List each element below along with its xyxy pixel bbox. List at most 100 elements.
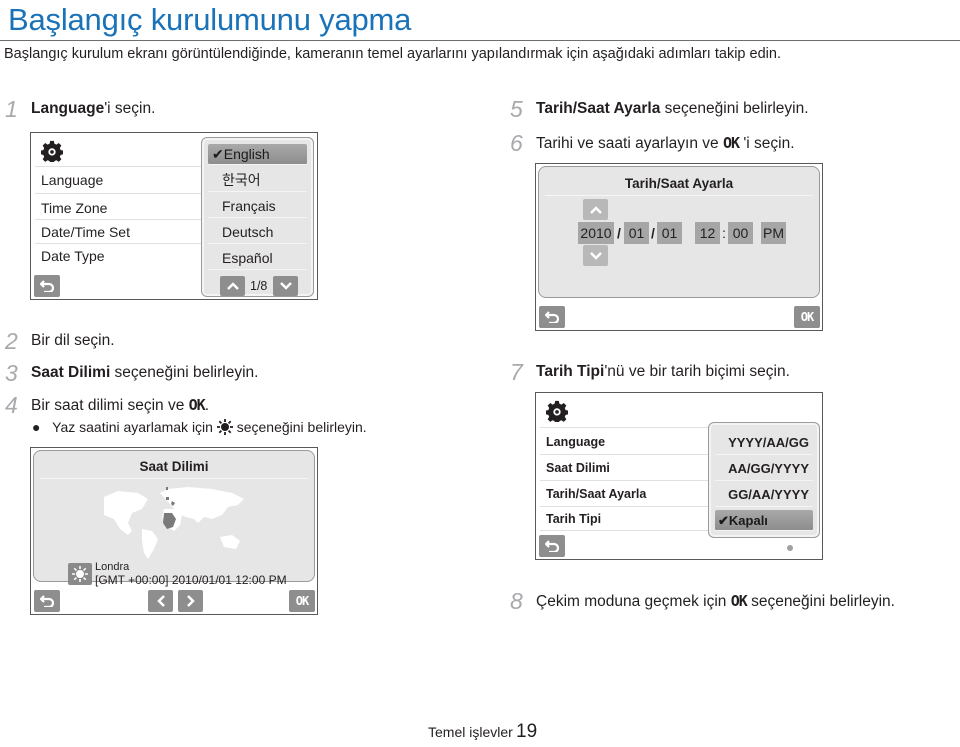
date-separator: / [617, 225, 621, 241]
step-6: 6 Tarihi ve saati ayarlayın ve OK 'i seç… [510, 130, 795, 156]
ok-button-glyph: OK [188, 396, 206, 414]
ampm-field[interactable]: PM [761, 222, 786, 244]
step-keyword: Language [31, 100, 105, 117]
back-arrow-icon [545, 311, 559, 323]
settings-gear-icon [546, 400, 568, 422]
timezone-panel: Saat Dilimi Londra [GMT +00:00] 2010/01/… [33, 450, 315, 587]
language-popup: ✔English 한국어 Français Deutsch Español 1/… [201, 137, 314, 297]
back-button[interactable] [34, 590, 60, 612]
language-option-english[interactable]: ✔English [208, 144, 307, 165]
language-option-korean[interactable]: 한국어 [208, 168, 307, 192]
page-title: Başlangıç kurulumunu yapma [8, 2, 412, 37]
step-number: 2 [5, 328, 18, 354]
menu-item-date-time-set[interactable]: Date/Time Set [35, 220, 203, 244]
menu-item-time-zone[interactable]: Saat Dilimi [540, 455, 708, 481]
increment-button[interactable] [583, 199, 608, 220]
date-type-popup: YYYY/AA/GG AA/GG/YYYY GG/AA/YYYY ✔Kapalı [708, 422, 820, 538]
back-button[interactable] [539, 535, 565, 557]
ok-button-glyph: OK [730, 592, 748, 610]
date-type-option-mdy[interactable]: AA/GG/YYYY [715, 457, 813, 481]
world-map[interactable] [94, 483, 254, 563]
step-text: 'i seçin. [104, 100, 156, 117]
menu-item-date-time-set[interactable]: Tarih/Saat Ayarla [540, 481, 708, 507]
settings-gear-icon [41, 140, 63, 162]
back-button[interactable] [34, 275, 60, 297]
language-option-spanish[interactable]: Español [208, 246, 307, 270]
step-number: 8 [510, 588, 523, 614]
step-text: seçeneğini belirleyin. [110, 364, 259, 381]
intro-text: Başlangıç kurulum ekranı görüntülendiğin… [4, 46, 781, 62]
month-field[interactable]: 01 [624, 222, 649, 244]
language-option-german[interactable]: Deutsch [208, 220, 307, 244]
date-separator: / [651, 225, 655, 241]
step-4: 4 Bir saat dilimi seçin ve OK. [5, 392, 210, 418]
chevron-down-icon [279, 282, 292, 290]
step-text: seçeneğini belirleyin. [660, 100, 809, 117]
decrement-button[interactable] [583, 245, 608, 266]
daylight-saving-sun-icon [72, 566, 88, 582]
step-3: 3 Saat Dilimi seçeneğini belirleyin. [5, 360, 259, 386]
next-zone-button[interactable] [178, 590, 203, 612]
back-button[interactable] [539, 306, 565, 328]
daylight-saving-button[interactable] [68, 563, 92, 585]
chevron-down-icon [589, 251, 602, 260]
step-2: 2 Bir dil seçin. [5, 328, 115, 354]
step-5: 5 Tarih/Saat Ayarla seçeneğini belirleyi… [510, 96, 809, 122]
checkmark-icon: ✔ [718, 513, 729, 528]
menu-item-language[interactable]: Language [35, 168, 203, 194]
step-4-bullet: ● Yaz saatini ayarlamak için seçeneğini … [32, 419, 367, 435]
language-screen: Language Time Zone Date/Time Set Date Ty… [30, 132, 318, 300]
date-type-option-off[interactable]: ✔Kapalı [715, 510, 813, 531]
step-text: 'nü ve bir tarih biçimi seçin. [604, 363, 790, 380]
datetype-screen: Language Saat Dilimi Tarih/Saat Ayarla T… [535, 392, 823, 560]
step-keyword: Tarih Tipi [536, 363, 605, 380]
step-number: 1 [5, 96, 18, 122]
chevron-left-icon [156, 595, 165, 607]
timezone-info: [GMT +00:00] 2010/01/01 12:00 PM [95, 573, 287, 587]
bullet-icon: ● [32, 419, 41, 435]
page-number: 19 [516, 721, 538, 742]
step-keyword: Tarih/Saat Ayarla [536, 100, 661, 117]
page-indicator: 1/8 [250, 279, 268, 293]
page-up-button[interactable] [220, 276, 245, 296]
step-number: 6 [510, 130, 523, 156]
chevron-right-icon [186, 595, 195, 607]
step-7: 7 Tarih Tipi'nü ve bir tarih biçimi seçi… [510, 359, 790, 385]
panel-title: Saat Dilimi [139, 459, 209, 474]
daylight-saving-sun-icon [216, 419, 233, 435]
language-option-french[interactable]: Français [208, 194, 307, 218]
year-field[interactable]: 2010 [578, 222, 614, 244]
back-arrow-icon [40, 595, 54, 607]
step-number: 7 [510, 359, 523, 385]
chevron-up-icon [226, 282, 239, 290]
step-text: Bir dil seçin. [31, 332, 115, 349]
date-type-option-dmy[interactable]: GG/AA/YYYY [715, 483, 813, 507]
step-keyword: Saat Dilimi [31, 364, 111, 381]
date-type-option-ymd[interactable]: YYYY/AA/GG [715, 431, 813, 455]
day-field[interactable]: 01 [657, 222, 682, 244]
chevron-up-icon [589, 205, 602, 214]
previous-zone-button[interactable] [148, 590, 173, 612]
hour-field[interactable]: 12 [695, 222, 720, 244]
time-separator: : [722, 225, 726, 241]
ok-button-glyph: OK [722, 134, 740, 152]
datetime-screen: Tarih/Saat Ayarla 2010 / 01 / 01 12 : 00… [535, 163, 823, 331]
ok-button[interactable]: OK [794, 306, 820, 328]
checkmark-icon: ✔ [212, 146, 224, 162]
menu-item-time-zone[interactable]: Time Zone [35, 194, 203, 220]
timezone-screen: Saat Dilimi Londra [GMT +00:00] 2010/01/… [30, 447, 318, 615]
footer-section: Temel işlevler [428, 724, 513, 740]
back-arrow-icon [40, 280, 54, 292]
menu-item-date-type[interactable]: Tarih Tipi [540, 507, 708, 531]
panel-title: Tarih/Saat Ayarla [624, 176, 734, 191]
back-arrow-icon [545, 540, 559, 552]
step-number: 5 [510, 96, 523, 122]
menu-item-date-type[interactable]: Date Type [35, 244, 203, 268]
menu-item-language[interactable]: Language [540, 429, 708, 455]
ok-button[interactable]: OK [289, 590, 315, 612]
step-1: 1 Language'i seçin. [5, 96, 156, 122]
page-down-button[interactable] [273, 276, 298, 296]
minute-field[interactable]: 00 [728, 222, 753, 244]
title-divider [0, 40, 960, 41]
timezone-city: Londra [95, 561, 130, 573]
